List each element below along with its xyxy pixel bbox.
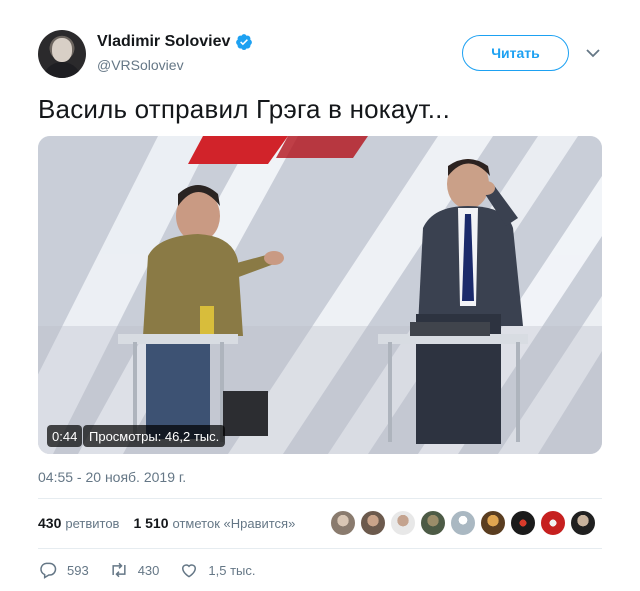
video-player[interactable] (38, 136, 602, 454)
liker-avatar[interactable] (540, 510, 566, 536)
liker-avatar[interactable] (450, 510, 476, 536)
retweets-label: ретвитов (65, 516, 120, 531)
tweet-timestamp[interactable]: 04:55 - 20 нояб. 2019 г. (38, 469, 186, 485)
liker-avatar[interactable] (480, 510, 506, 536)
author-avatar[interactable] (38, 30, 86, 78)
follow-button[interactable]: Читать (462, 35, 569, 71)
likes-label: отметок «Нравится» (172, 516, 296, 531)
liker-avatar[interactable] (570, 510, 596, 536)
likes-count: 1 510 (133, 515, 169, 531)
divider-bottom (38, 548, 602, 549)
reply-count: 593 (67, 562, 89, 578)
author-name-row[interactable]: Vladimir Soloviev (97, 33, 253, 51)
video-views: Просмотры: 46,2 тыс. (83, 425, 226, 447)
liker-avatar[interactable] (360, 510, 386, 536)
like-icon (182, 564, 197, 578)
retweets-count: 430 (38, 515, 62, 531)
verified-badge-icon (236, 34, 253, 51)
liker-avatars (330, 510, 596, 536)
retweet-count: 430 (137, 562, 160, 578)
video-frame (38, 136, 602, 454)
divider-top (38, 498, 602, 499)
likes-stat[interactable]: 1 510 отметок «Нравится» (133, 515, 295, 531)
retweets-stat[interactable]: 430 ретвитов (38, 515, 119, 531)
tweet-card: Vladimir Soloviev @VRSoloviev Читать Вас… (0, 0, 640, 591)
reply-icon (40, 562, 57, 579)
chevron-down-icon[interactable] (586, 48, 600, 58)
tweet-actions: 593 430 1,5 тыс. (38, 560, 276, 580)
like-action[interactable]: 1,5 тыс. (179, 560, 256, 580)
reply-action[interactable]: 593 (38, 560, 89, 580)
retweet-action[interactable]: 430 (109, 560, 160, 580)
avatar-face (52, 38, 72, 62)
author-handle[interactable]: @VRSoloviev (97, 57, 184, 73)
tweet-text: Василь отправил Грэга в нокаут... (38, 94, 450, 124)
like-count: 1,5 тыс. (208, 562, 256, 578)
video-duration: 0:44 (47, 425, 83, 447)
tweet-stats: 430 ретвитов 1 510 отметок «Нравится» (38, 515, 295, 531)
liker-avatar[interactable] (420, 510, 446, 536)
avatar-suit (42, 62, 82, 78)
liker-avatar[interactable] (390, 510, 416, 536)
liker-avatar[interactable] (330, 510, 356, 536)
retweet-icon (112, 562, 126, 578)
author-name[interactable]: Vladimir Soloviev (97, 33, 230, 51)
liker-avatar[interactable] (510, 510, 536, 536)
